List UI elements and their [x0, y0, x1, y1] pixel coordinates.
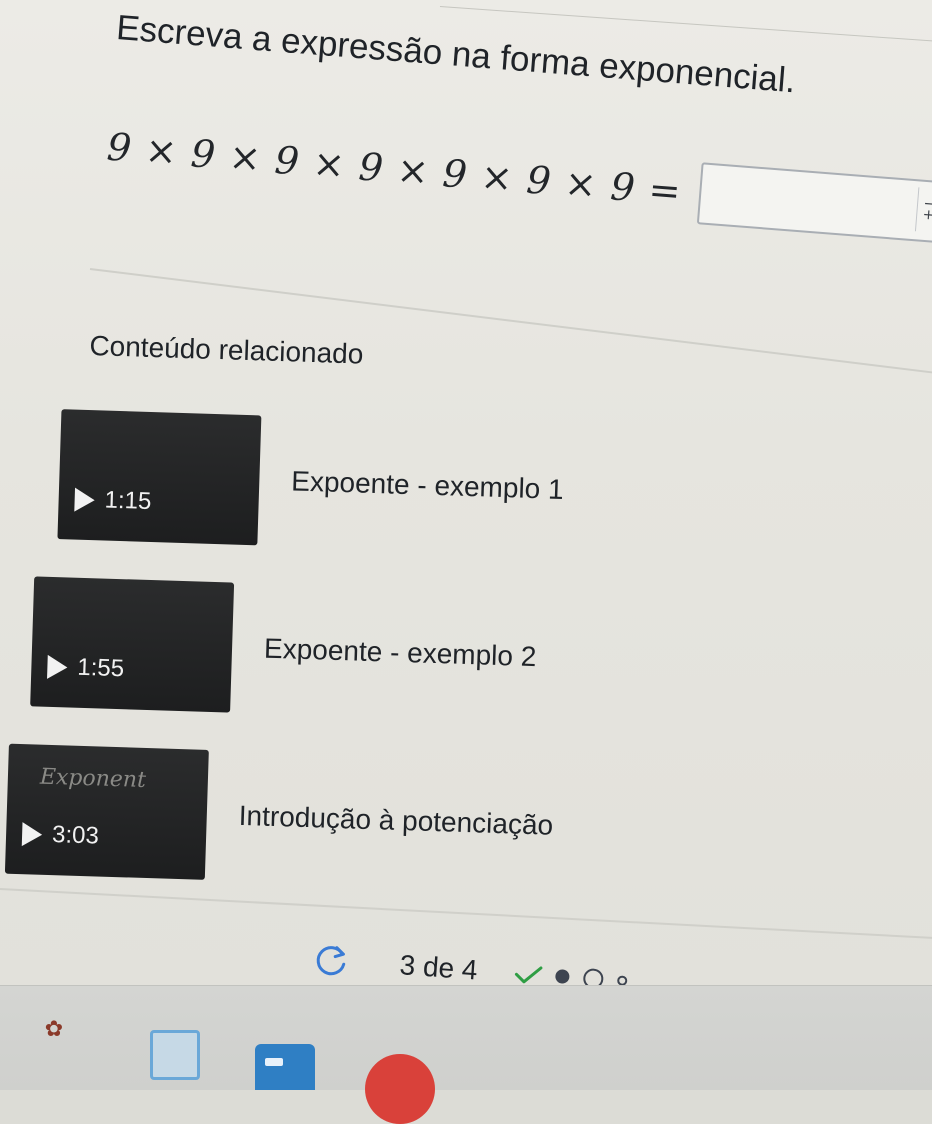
video-title[interactable]: Expoente - exemplo 1	[291, 465, 564, 506]
taskbar: ✿	[0, 985, 932, 1124]
related-content-section: Conteúdo relacionado 1:15 Expoente - exe…	[0, 0, 932, 1011]
progress-dot-current	[554, 969, 570, 984]
play-icon	[21, 822, 43, 847]
play-icon	[74, 487, 96, 513]
related-content-title: Conteúdo relacionado	[89, 330, 364, 370]
video-item-3[interactable]: Exponent 3:03 Introdução à potenciação	[4, 743, 555, 891]
video-duration: 3:03	[51, 821, 100, 850]
video-thumbnail[interactable]: 1:15	[57, 409, 262, 546]
page: Escreva a expressão na forma exponencial…	[0, 0, 932, 990]
video-item-1[interactable]: 1:15 Expoente - exemplo 1	[57, 409, 565, 555]
page-count: 3 de 4	[398, 949, 479, 986]
play-icon	[47, 654, 68, 680]
video-duration: 1:15	[104, 486, 152, 516]
taskbar-window-icon[interactable]	[150, 1030, 200, 1080]
refresh-icon[interactable]	[311, 940, 352, 981]
video-thumbnail[interactable]: Exponent 3:03	[4, 743, 209, 880]
taskbar-app-icon[interactable]: ✿	[32, 1008, 76, 1052]
video-title[interactable]: Expoente - exemplo 2	[264, 633, 537, 674]
video-thumbnail[interactable]: 1:55	[30, 576, 235, 713]
video-title[interactable]: Introdução à potenciação	[238, 800, 553, 842]
video-duration: 1:55	[76, 653, 125, 683]
check-icon	[514, 966, 543, 984]
thumbnail-caption: Exponent	[39, 764, 147, 793]
video-item-2[interactable]: 1:55 Expoente - exemplo 2	[30, 576, 538, 722]
taskbar-browser-icon[interactable]	[365, 1054, 435, 1124]
taskbar-calendar-icon[interactable]	[255, 1044, 315, 1090]
